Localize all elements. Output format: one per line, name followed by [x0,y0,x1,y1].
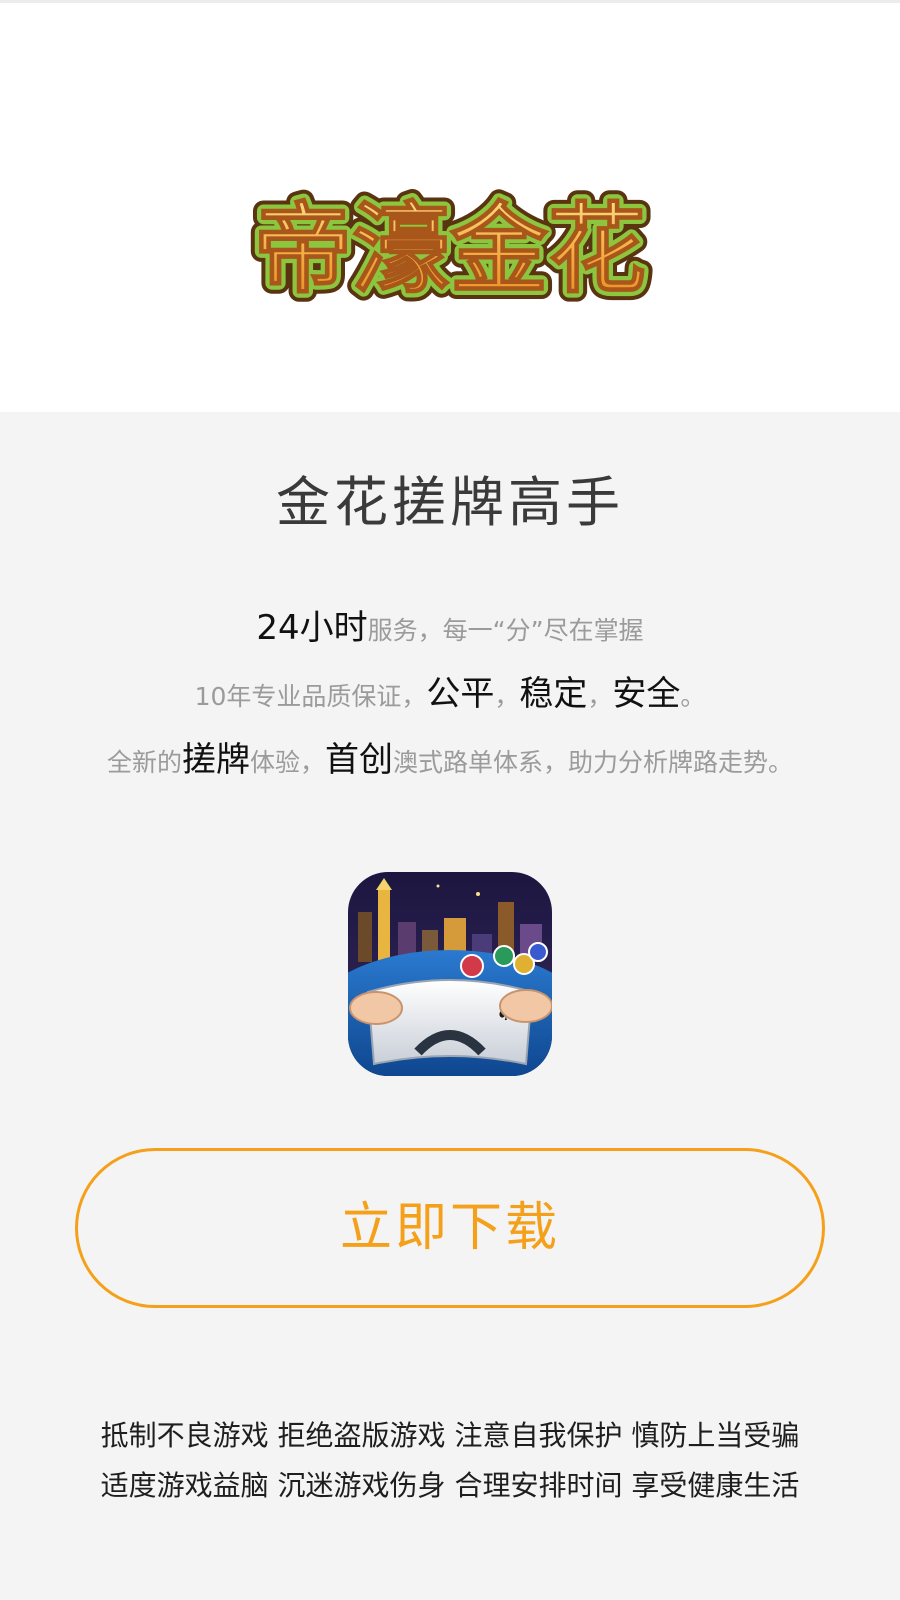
tagline-highlight: 24小时 [256,608,368,648]
tagline-text: 。 [680,682,706,711]
tagline-text: 全新的 [106,748,182,777]
tagline-text: ， [494,682,520,711]
logo-text: 帝濠金花 [254,193,646,307]
header-section: 帝濠金花 帝濠金花 帝濠金花 [0,0,900,412]
tagline-text: 10年专业品质保证， [194,682,427,711]
health-notice-line-1: 抵制不良游戏 拒绝盗版游戏 注意自我保护 慎防上当受骗 [100,1419,800,1452]
tagline-text: ， [587,682,613,711]
tagline-experience: 全新的搓牌体验，首创澳式路单体系，助力分析牌路走势。 [0,730,900,793]
page-title: 金花搓牌高手 [276,471,624,534]
app-icon-graphic: ♠ [348,872,552,1076]
logo-graphic: 帝濠金花 帝濠金花 帝濠金花 [245,184,655,311]
tagline-text: 澳式路单体系，助力分析牌路走势。 [393,748,794,777]
tagline-quality: 10年专业品质保证，公平，稳定，安全。 [0,664,900,727]
brand-logo: 帝濠金花 帝濠金花 帝濠金花 [242,175,658,311]
tagline-highlight: 公平 [426,674,495,714]
tagline-highlight: 稳定 [519,674,588,714]
download-button[interactable]: 立即下载 [75,1148,825,1308]
tagline-highlight: 搓牌 [181,740,250,780]
tagline-service: 24小时服务，每一“分”尽在掌握 [0,598,900,661]
tagline-highlight: 安全 [612,674,681,714]
health-notice-line-2: 适度游戏益脑 沉迷游戏伤身 合理安排时间 享受健康生活 [100,1469,800,1502]
tagline-highlight: 首创 [325,740,393,780]
card-game-app-icon: ♠ [348,872,552,1076]
tagline-text: 体验， [249,748,325,777]
tagline-text: 服务，每一“分”尽在掌握 [367,616,644,645]
